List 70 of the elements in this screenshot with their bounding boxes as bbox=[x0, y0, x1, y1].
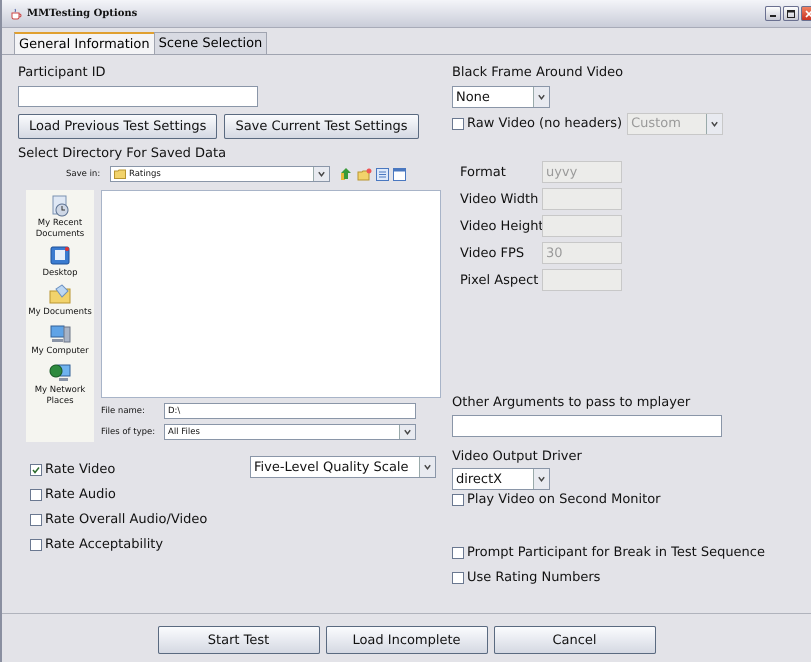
field-label: Black Frame Around Video bbox=[452, 65, 624, 80]
coffee-cup-icon bbox=[10, 8, 22, 20]
up-folder-icon[interactable] bbox=[340, 167, 353, 181]
minimize-icon bbox=[770, 15, 776, 17]
checkbox-label: Rate Acceptability bbox=[45, 537, 164, 552]
place-label[interactable]: My Documents bbox=[27, 307, 93, 318]
section-label: Select Directory For Saved Data bbox=[18, 146, 228, 161]
checkbox-label: Prompt Participant for Break in Test Sequence bbox=[467, 545, 765, 560]
dialog-button[interactable]: Cancel bbox=[494, 626, 656, 654]
checkbox[interactable] bbox=[30, 514, 42, 526]
dialog-button[interactable]: Load Incomplete bbox=[326, 626, 488, 654]
place-label[interactable]: Desktop bbox=[27, 268, 93, 279]
parameter-field[interactable] bbox=[542, 215, 622, 237]
field-label: Video Height bbox=[460, 218, 542, 234]
save-in-dropdown[interactable]: Ratings bbox=[110, 166, 330, 182]
minimize-button[interactable] bbox=[765, 6, 781, 21]
checkbox-label: Rate Audio bbox=[45, 487, 116, 502]
caret-icon bbox=[399, 425, 415, 439]
checkbox-label: Raw Video (no headers) bbox=[467, 116, 622, 131]
checkbox[interactable] bbox=[452, 546, 464, 558]
caret-icon bbox=[533, 87, 549, 107]
checkbox-label: Use Rating Numbers bbox=[467, 570, 600, 585]
checkbox[interactable] bbox=[452, 494, 464, 506]
place-label[interactable]: My Computer bbox=[27, 346, 93, 357]
new-folder-icon[interactable] bbox=[357, 168, 372, 180]
file-type-dropdown[interactable]: All Files bbox=[164, 424, 416, 440]
field-label: Format bbox=[460, 164, 507, 180]
tab[interactable]: Scene Selection bbox=[154, 32, 268, 54]
window-title: MMTesting Options bbox=[27, 8, 138, 19]
parameter-field[interactable] bbox=[542, 188, 622, 210]
field-label: Video Output Driver bbox=[452, 449, 583, 464]
caret-icon bbox=[419, 457, 435, 477]
field-label: Video Width bbox=[460, 192, 540, 206]
field-label: Participant ID bbox=[18, 65, 107, 80]
folder-icon bbox=[114, 169, 126, 179]
checkbox[interactable] bbox=[452, 118, 464, 130]
arguments-field[interactable] bbox=[452, 415, 722, 437]
caret-icon bbox=[706, 114, 722, 134]
caret-icon bbox=[533, 469, 549, 489]
output-driver-dropdown[interactable]: directX bbox=[452, 468, 550, 490]
place-label[interactable]: My Recent Documents bbox=[27, 218, 93, 240]
checkbox[interactable] bbox=[30, 488, 42, 500]
checkbox-label: Rate Overall Audio/Video bbox=[45, 512, 208, 527]
field-label: Video FPS bbox=[460, 246, 526, 260]
maximize-button[interactable] bbox=[783, 6, 799, 21]
frame-style-dropdown[interactable]: None bbox=[452, 86, 550, 108]
dialog-button[interactable]: Start Test bbox=[158, 626, 320, 654]
tab[interactable]: General Information bbox=[14, 32, 155, 54]
scale-dropdown[interactable]: Five-Level Quality Scale bbox=[250, 456, 436, 478]
close-icon bbox=[805, 10, 811, 18]
file-name-field[interactable]: D:\ bbox=[164, 403, 416, 419]
details-view-icon[interactable] bbox=[393, 168, 406, 180]
field-label: Files of type: bbox=[101, 427, 156, 437]
participant-id-field[interactable] bbox=[18, 86, 258, 107]
checkbox[interactable] bbox=[30, 464, 42, 476]
field-label: Pixel Aspect bbox=[460, 272, 540, 288]
field-label: Other Arguments to pass to mplayer bbox=[452, 395, 692, 410]
checkbox-label: Rate Video bbox=[45, 462, 116, 477]
list-view-icon[interactable] bbox=[376, 168, 389, 180]
checkbox[interactable] bbox=[30, 538, 42, 550]
save-in-label: Save in: bbox=[66, 169, 102, 179]
place-label[interactable]: My Network Places bbox=[27, 385, 93, 407]
settings-button[interactable]: Save Current Test Settings bbox=[224, 114, 419, 139]
parameter-field[interactable] bbox=[542, 269, 622, 291]
checkbox[interactable] bbox=[452, 572, 464, 584]
caret-icon bbox=[313, 167, 329, 181]
maximize-icon bbox=[787, 10, 795, 18]
settings-button[interactable]: Load Previous Test Settings bbox=[18, 114, 218, 139]
field-label: File name: bbox=[101, 406, 146, 416]
checkbox-label: Play Video on Second Monitor bbox=[467, 492, 661, 507]
